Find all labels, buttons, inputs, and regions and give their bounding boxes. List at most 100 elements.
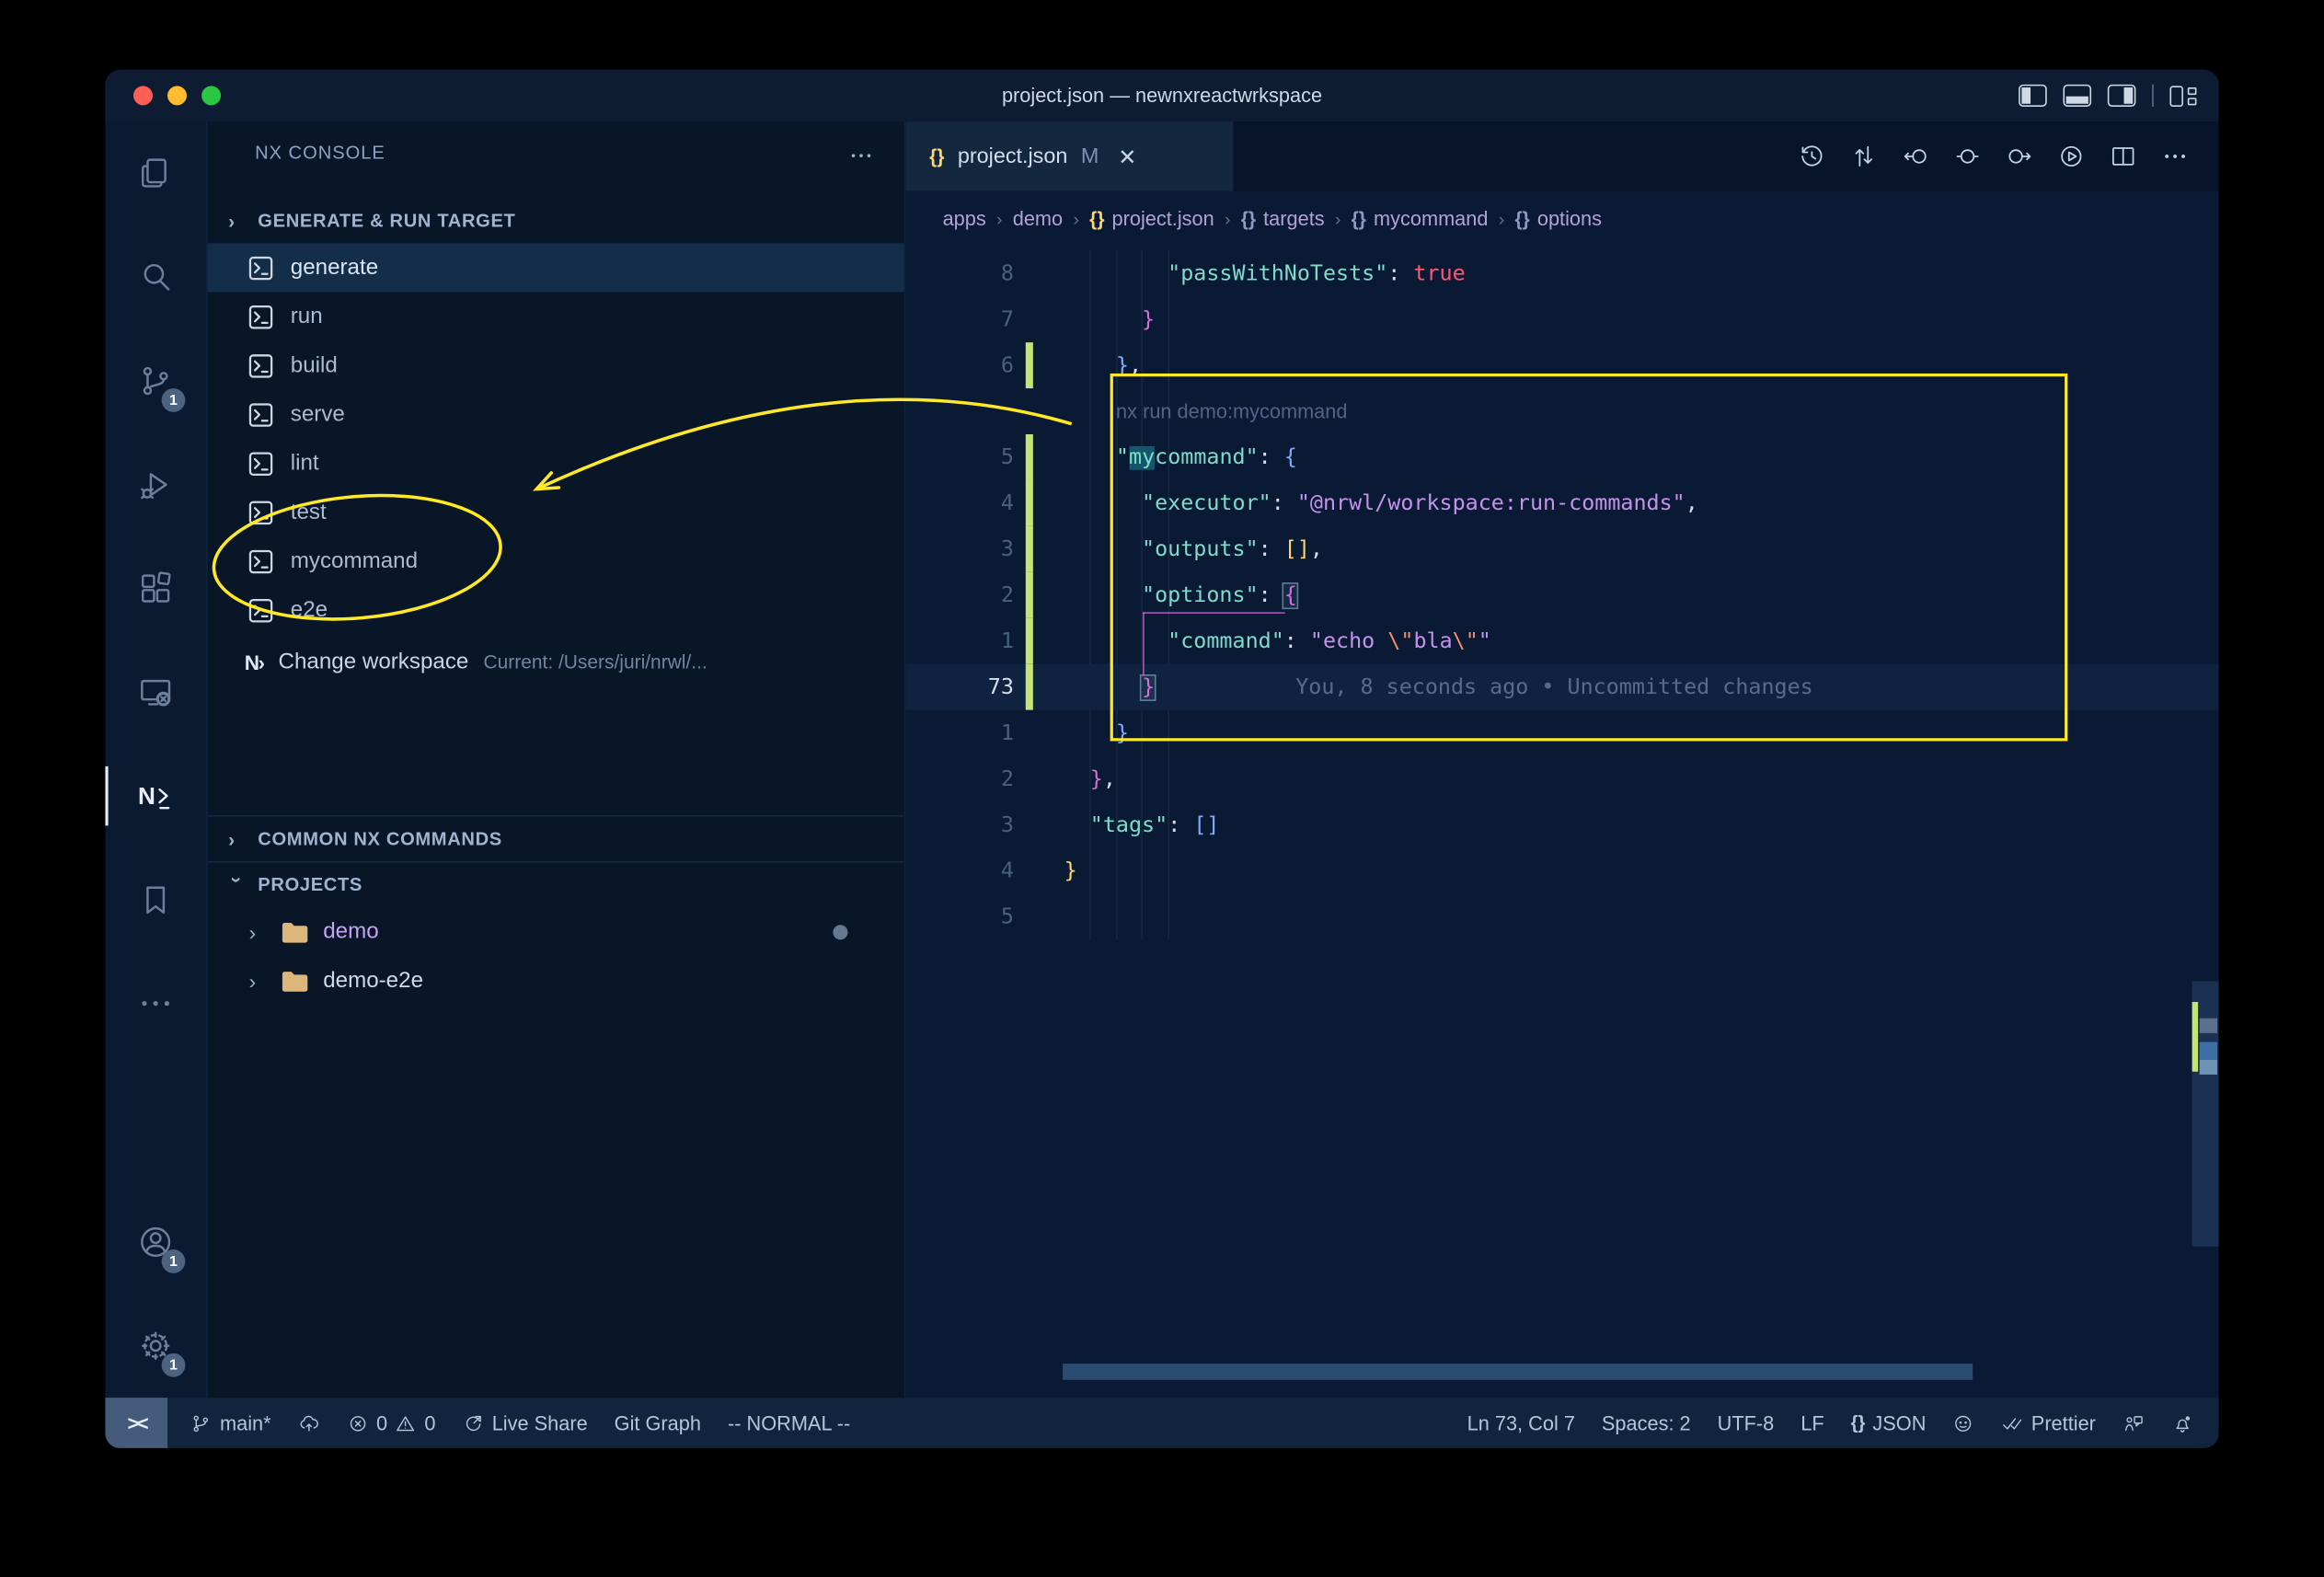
badge: 1 bbox=[162, 388, 186, 412]
status-feedback[interactable] bbox=[2109, 1398, 2157, 1448]
target-item-run[interactable]: run bbox=[208, 292, 904, 340]
target-item-build[interactable]: build bbox=[208, 341, 904, 390]
status-vim-mode[interactable]: -- NORMAL -- bbox=[714, 1398, 863, 1448]
breadcrumb-targets[interactable]: {}targets bbox=[1241, 208, 1325, 230]
status-language-mode[interactable]: {}JSON bbox=[1837, 1398, 1939, 1448]
status-indentation[interactable]: Spaces: 2 bbox=[1588, 1398, 1704, 1448]
status-eol[interactable]: LF bbox=[1788, 1398, 1837, 1448]
vertical-scrollbar[interactable] bbox=[2192, 981, 2219, 1246]
code-line[interactable]: 73 }You, 8 seconds ago • Uncommitted cha… bbox=[905, 664, 2218, 710]
activity-source-control[interactable]: 1 bbox=[105, 329, 206, 433]
code-line[interactable]: 8 "passWithNoTests": true bbox=[905, 250, 2218, 296]
breadcrumb-apps[interactable]: apps bbox=[943, 208, 986, 230]
code-lens-line[interactable]: nx run demo:mycommand bbox=[905, 388, 2218, 434]
code-line[interactable]: 5 bbox=[905, 893, 2218, 939]
code-line[interactable]: 5 "mycommand": { bbox=[905, 434, 2218, 480]
project-item-demo[interactable]: › demo bbox=[208, 907, 904, 956]
badge: 1 bbox=[162, 1249, 186, 1273]
editor-action-split-editor[interactable] bbox=[2101, 135, 2143, 177]
activity-remote-explorer[interactable] bbox=[105, 640, 206, 744]
code-line[interactable]: 2 "options": { bbox=[905, 572, 2218, 618]
editor-action-circle-arrow-left[interactable] bbox=[1894, 135, 1936, 177]
close-window-button[interactable] bbox=[133, 86, 153, 105]
target-item-test[interactable]: test bbox=[208, 488, 904, 536]
code-line[interactable]: 7 } bbox=[905, 296, 2218, 342]
vscode-window: project.json — newnxreactwrkspace 1N 11 … bbox=[105, 70, 2218, 1448]
status-encoding[interactable]: UTF-8 bbox=[1704, 1398, 1788, 1448]
section-common-nx-commands[interactable]: › COMMON NX COMMANDS bbox=[208, 817, 904, 861]
editor-action-circle-plain[interactable] bbox=[1946, 135, 1987, 177]
status-sync-changes[interactable] bbox=[284, 1398, 333, 1448]
horizontal-scrollbar[interactable] bbox=[1063, 1364, 1973, 1380]
code-text: "executor": "@nrwl/workspace:run-command… bbox=[1064, 491, 1698, 515]
sidebar-actions-more-icon[interactable] bbox=[847, 143, 874, 177]
activity-bookmarks[interactable] bbox=[105, 847, 206, 951]
tab-modified-indicator: M bbox=[1081, 144, 1099, 168]
line-number: 2 bbox=[905, 583, 1014, 607]
target-item-mycommand[interactable]: mycommand bbox=[208, 536, 904, 585]
code-editor[interactable]: 8 "passWithNoTests": true7 }6 },nx run d… bbox=[905, 246, 2218, 1398]
folder-icon bbox=[280, 919, 309, 944]
status-copilot[interactable] bbox=[1939, 1398, 1988, 1448]
activity-search[interactable] bbox=[105, 225, 206, 329]
status-notifications[interactable] bbox=[2158, 1398, 2207, 1448]
target-item-generate[interactable]: generate bbox=[208, 243, 904, 292]
status-git-branch[interactable]: main* bbox=[177, 1398, 284, 1448]
sidebar-title: NX CONSOLE bbox=[255, 143, 385, 164]
badge: 1 bbox=[162, 1353, 186, 1377]
activity-run-debug[interactable] bbox=[105, 432, 206, 536]
breadcrumb-project.json[interactable]: {}project.json bbox=[1089, 208, 1214, 230]
editor-action-circle-arrow-right[interactable] bbox=[1998, 135, 2040, 177]
target-item-lint[interactable]: lint bbox=[208, 439, 904, 488]
code-line[interactable]: 6 }, bbox=[905, 342, 2218, 388]
status-prettier[interactable]: Prettier bbox=[1988, 1398, 2109, 1448]
activity-nx-console[interactable]: N bbox=[105, 744, 206, 848]
zoom-window-button[interactable] bbox=[201, 86, 221, 105]
code-line[interactable]: 4} bbox=[905, 847, 2218, 893]
terminal-icon bbox=[247, 596, 274, 623]
target-item-serve[interactable]: serve bbox=[208, 390, 904, 439]
customize-layout-icon[interactable] bbox=[2169, 84, 2198, 108]
editor-action-compare[interactable] bbox=[1842, 135, 1883, 177]
code-line[interactable]: 1 } bbox=[905, 710, 2218, 756]
minimize-window-button[interactable] bbox=[167, 86, 187, 105]
activity-more-views[interactable] bbox=[105, 951, 206, 1055]
section-generate-run-target[interactable]: › . GENERATE & RUN TARGET bbox=[208, 199, 904, 243]
status-cursor-position[interactable]: Ln 73, Col 7 bbox=[1454, 1398, 1588, 1448]
editor-action-history[interactable] bbox=[1790, 135, 1832, 177]
editor-action-more[interactable] bbox=[2154, 135, 2195, 177]
double-check-icon bbox=[2002, 1411, 2024, 1433]
code-line[interactable]: 3 "outputs": [], bbox=[905, 526, 2218, 572]
code-line[interactable]: 2 }, bbox=[905, 756, 2218, 802]
tab-close-icon[interactable]: ✕ bbox=[1118, 143, 1136, 169]
run-circle-icon bbox=[2056, 143, 2085, 171]
activity-extensions[interactable] bbox=[105, 536, 206, 640]
status-live-share[interactable]: Live Share bbox=[449, 1398, 601, 1448]
code-text: } bbox=[1064, 859, 1077, 883]
toggle-panel-icon[interactable] bbox=[2063, 85, 2091, 107]
breadcrumb-mycommand[interactable]: {}mycommand bbox=[1352, 208, 1489, 230]
breadcrumb-demo[interactable]: demo bbox=[1013, 208, 1063, 230]
activity-accounts[interactable]: 1 bbox=[105, 1191, 206, 1295]
circle-arrow-left-icon bbox=[1901, 143, 1929, 171]
section-projects[interactable]: › PROJECTS bbox=[208, 863, 904, 907]
target-item-e2e[interactable]: e2e bbox=[208, 585, 904, 634]
line-number: 73 bbox=[905, 675, 1014, 699]
status-label: main* bbox=[220, 1411, 271, 1433]
toggle-secondary-sidebar-icon[interactable] bbox=[2107, 85, 2135, 107]
activity-settings[interactable]: 1 bbox=[105, 1294, 206, 1398]
code-line[interactable]: 4 "executor": "@nrwl/workspace:run-comma… bbox=[905, 480, 2218, 526]
toggle-sidebar-icon[interactable] bbox=[2018, 85, 2046, 107]
code-line[interactable]: 3 "tags": [] bbox=[905, 802, 2218, 848]
code-line[interactable]: 1 "command": "echo \"bla\"" bbox=[905, 618, 2218, 664]
change-workspace-item[interactable]: N› Change workspace Current: /Users/juri… bbox=[208, 638, 904, 686]
status-problems[interactable]: 00 bbox=[333, 1398, 449, 1448]
tab-project-json[interactable]: {} project.json M ✕ bbox=[905, 121, 1233, 191]
code-text: } bbox=[1064, 307, 1155, 331]
breadcrumb-options[interactable]: {}options bbox=[1514, 208, 1602, 230]
activity-explorer[interactable] bbox=[105, 121, 206, 225]
status-git-graph[interactable]: Git Graph bbox=[601, 1398, 714, 1448]
project-item-demo-e2e[interactable]: › demo-e2e bbox=[208, 956, 904, 1005]
status-remote-indicator[interactable]: >< bbox=[105, 1398, 167, 1448]
editor-action-run-circle[interactable] bbox=[2050, 135, 2091, 177]
